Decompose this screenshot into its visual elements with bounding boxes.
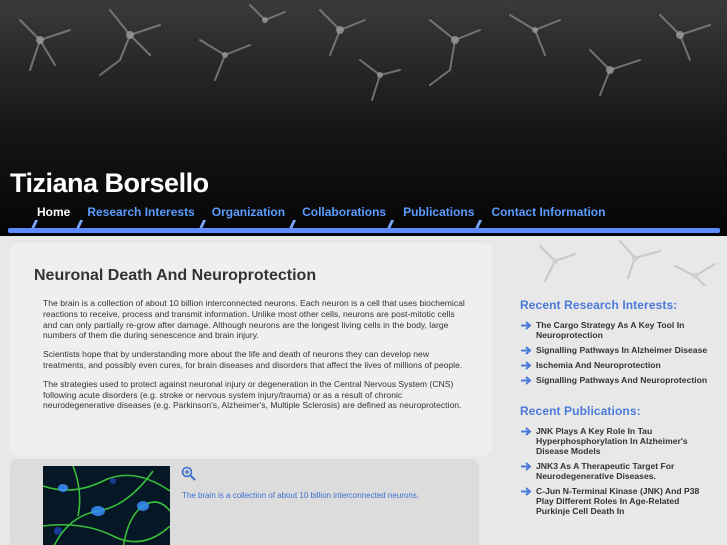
- research-item[interactable]: Ischemia And Neuroprotection: [520, 360, 710, 370]
- nav-contact-information[interactable]: Contact Information: [491, 205, 605, 223]
- article-paragraph: Scientists hope that by understanding mo…: [43, 349, 463, 370]
- nav-organization[interactable]: Organization: [212, 205, 285, 223]
- publication-item-label: JNK3 As A Therapeutic Target For Neurode…: [536, 461, 675, 481]
- arrow-right-icon: [521, 487, 532, 496]
- sidebar: Recent Research Interests: The Cargo Str…: [520, 298, 710, 521]
- arrow-right-icon: [521, 376, 532, 385]
- publication-item-label: C-Jun N-Terminal Kinase (JNK) And P38 Pl…: [536, 486, 700, 516]
- nav-publications[interactable]: Publications: [403, 205, 474, 223]
- site-title[interactable]: Tiziana Borsello: [10, 168, 209, 199]
- article-paragraph: The brain is a collection of about 10 bi…: [43, 298, 465, 341]
- arrow-right-icon: [521, 361, 532, 370]
- publication-item[interactable]: JNK3 As A Therapeutic Target For Neurode…: [520, 461, 710, 481]
- image-caption: The brain is a collection of about 10 bi…: [182, 491, 420, 500]
- nav-research-interests[interactable]: Research Interests: [87, 205, 194, 223]
- arrow-right-icon: [521, 346, 532, 355]
- recent-publications-heading: Recent Publications:: [520, 404, 641, 418]
- research-item-label: Signalling Pathways And Neuroprotection: [536, 375, 708, 385]
- publications-list: JNK Plays A Key Role In Tau Hyperphospho…: [520, 426, 710, 516]
- article-paragraph: The strategies used to protect against n…: [43, 378, 462, 411]
- recent-research-heading: Recent Research Interests:: [520, 298, 678, 312]
- research-list: The Cargo Strategy As A Key Tool In Neur…: [520, 320, 710, 385]
- research-item-label: The Cargo Strategy As A Key Tool In Neur…: [536, 320, 685, 340]
- article-title: Neuronal Death And Neuroprotection: [34, 267, 317, 284]
- article-body: The brain is a collection of about 10 bi…: [43, 298, 468, 419]
- neuron-background-art: [19, 4, 711, 101]
- research-item-label: Ischemia And Neuroprotection: [536, 360, 661, 370]
- research-item[interactable]: Signalling Pathways And Neuroprotection: [520, 375, 710, 385]
- main-nav: Home Research Interests Organization Col…: [28, 205, 622, 223]
- arrow-right-icon: [521, 427, 532, 436]
- publication-item[interactable]: C-Jun N-Terminal Kinase (JNK) And P38 Pl…: [520, 486, 710, 516]
- neuron-micrograph-image[interactable]: [43, 466, 170, 545]
- research-item[interactable]: The Cargo Strategy As A Key Tool In Neur…: [520, 320, 710, 340]
- site-header: Tiziana Borsello: [0, 0, 727, 240]
- research-item-label: Signalling Pathways In Alzheimer Disease: [536, 345, 708, 355]
- neuron-sidebar-art: [539, 240, 716, 286]
- publication-item-label: JNK Plays A Key Role In Tau Hyperphospho…: [536, 426, 688, 456]
- arrow-right-icon: [521, 462, 532, 471]
- publication-item[interactable]: JNK Plays A Key Role In Tau Hyperphospho…: [520, 426, 710, 456]
- arrow-right-icon: [521, 321, 532, 330]
- nav-underline-bar: [8, 228, 720, 233]
- nav-collaborations[interactable]: Collaborations: [302, 205, 386, 223]
- zoom-in-icon[interactable]: [181, 466, 196, 481]
- research-item[interactable]: Signalling Pathways In Alzheimer Disease: [520, 345, 710, 355]
